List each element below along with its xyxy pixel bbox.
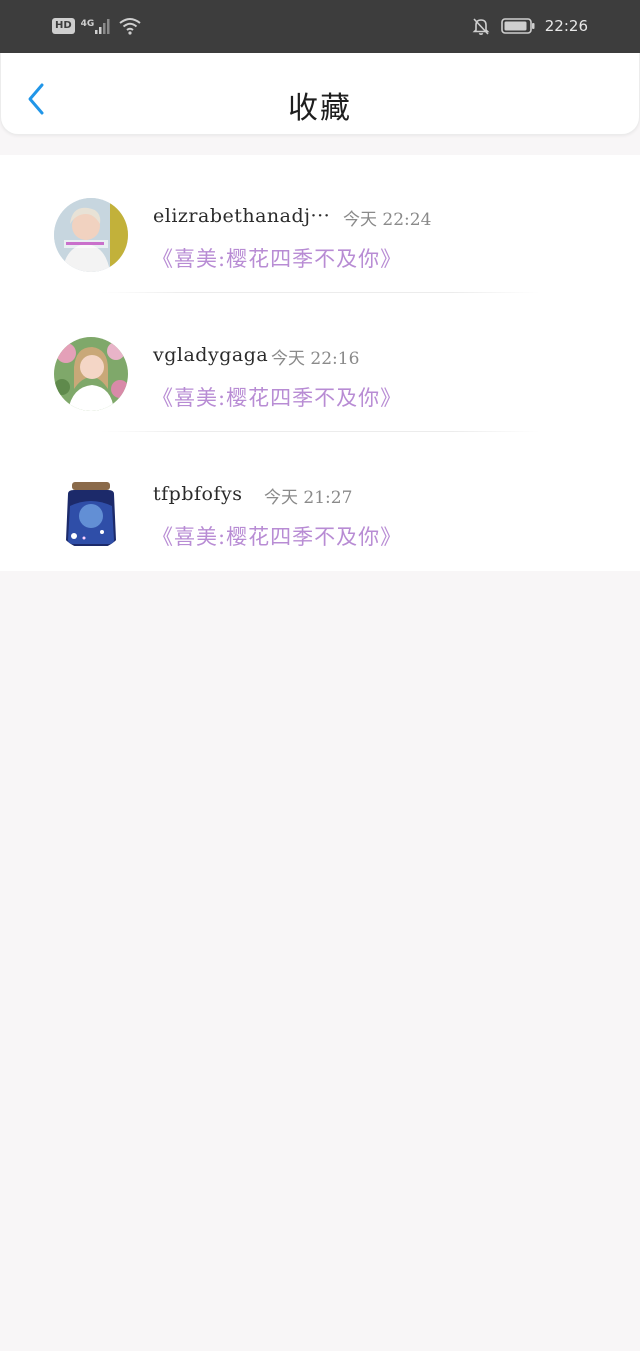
wifi-icon xyxy=(119,18,141,35)
divider xyxy=(100,431,540,432)
avatar[interactable] xyxy=(54,198,128,272)
battery-icon xyxy=(500,18,535,34)
favorites-list: elizrabethanadj··· 今天 22:24 《喜美:樱花四季不及你》… xyxy=(0,155,640,571)
status-time: 22:26 xyxy=(544,17,588,35)
timestamp: 今天 22:16 xyxy=(271,349,360,369)
username: vgladygaga xyxy=(153,344,269,366)
signal-icon xyxy=(95,19,110,34)
avatar-image-icon xyxy=(54,337,128,411)
status-left: HD 4G xyxy=(52,16,142,36)
network-type-label: 4G xyxy=(80,19,95,29)
status-right: 22:26 xyxy=(471,16,588,36)
mute-bell-icon xyxy=(472,18,490,35)
avatar[interactable] xyxy=(54,337,128,411)
avatar[interactable] xyxy=(54,476,128,550)
list-item[interactable]: tfpbfofys 今天 21:27 《喜美:樱花四季不及你》 xyxy=(0,433,640,572)
list-item[interactable]: vgladygaga 今天 22:16 《喜美:樱花四季不及你》 xyxy=(0,294,640,433)
username: tfpbfofys xyxy=(153,483,243,505)
signal-indicator: 4G xyxy=(81,17,113,35)
nav-bar: 收藏 xyxy=(0,53,640,135)
status-bar: HD 4G 22:26 xyxy=(0,0,640,53)
avatar-image-icon xyxy=(54,476,128,550)
avatar-image-icon xyxy=(54,198,128,272)
page-title: 收藏 xyxy=(288,91,352,126)
divider xyxy=(100,292,540,293)
favorite-snippet: 《喜美:樱花四季不及你》 xyxy=(152,247,403,271)
favorite-snippet: 《喜美:樱花四季不及你》 xyxy=(152,525,403,549)
hd-badge: HD xyxy=(52,18,75,34)
list-item[interactable]: elizrabethanadj··· 今天 22:24 《喜美:樱花四季不及你》 xyxy=(0,155,640,294)
timestamp: 今天 21:27 xyxy=(264,488,353,508)
favorite-snippet: 《喜美:樱花四季不及你》 xyxy=(152,386,403,410)
timestamp: 今天 22:24 xyxy=(343,210,432,230)
username: elizrabethanadj··· xyxy=(153,205,331,227)
